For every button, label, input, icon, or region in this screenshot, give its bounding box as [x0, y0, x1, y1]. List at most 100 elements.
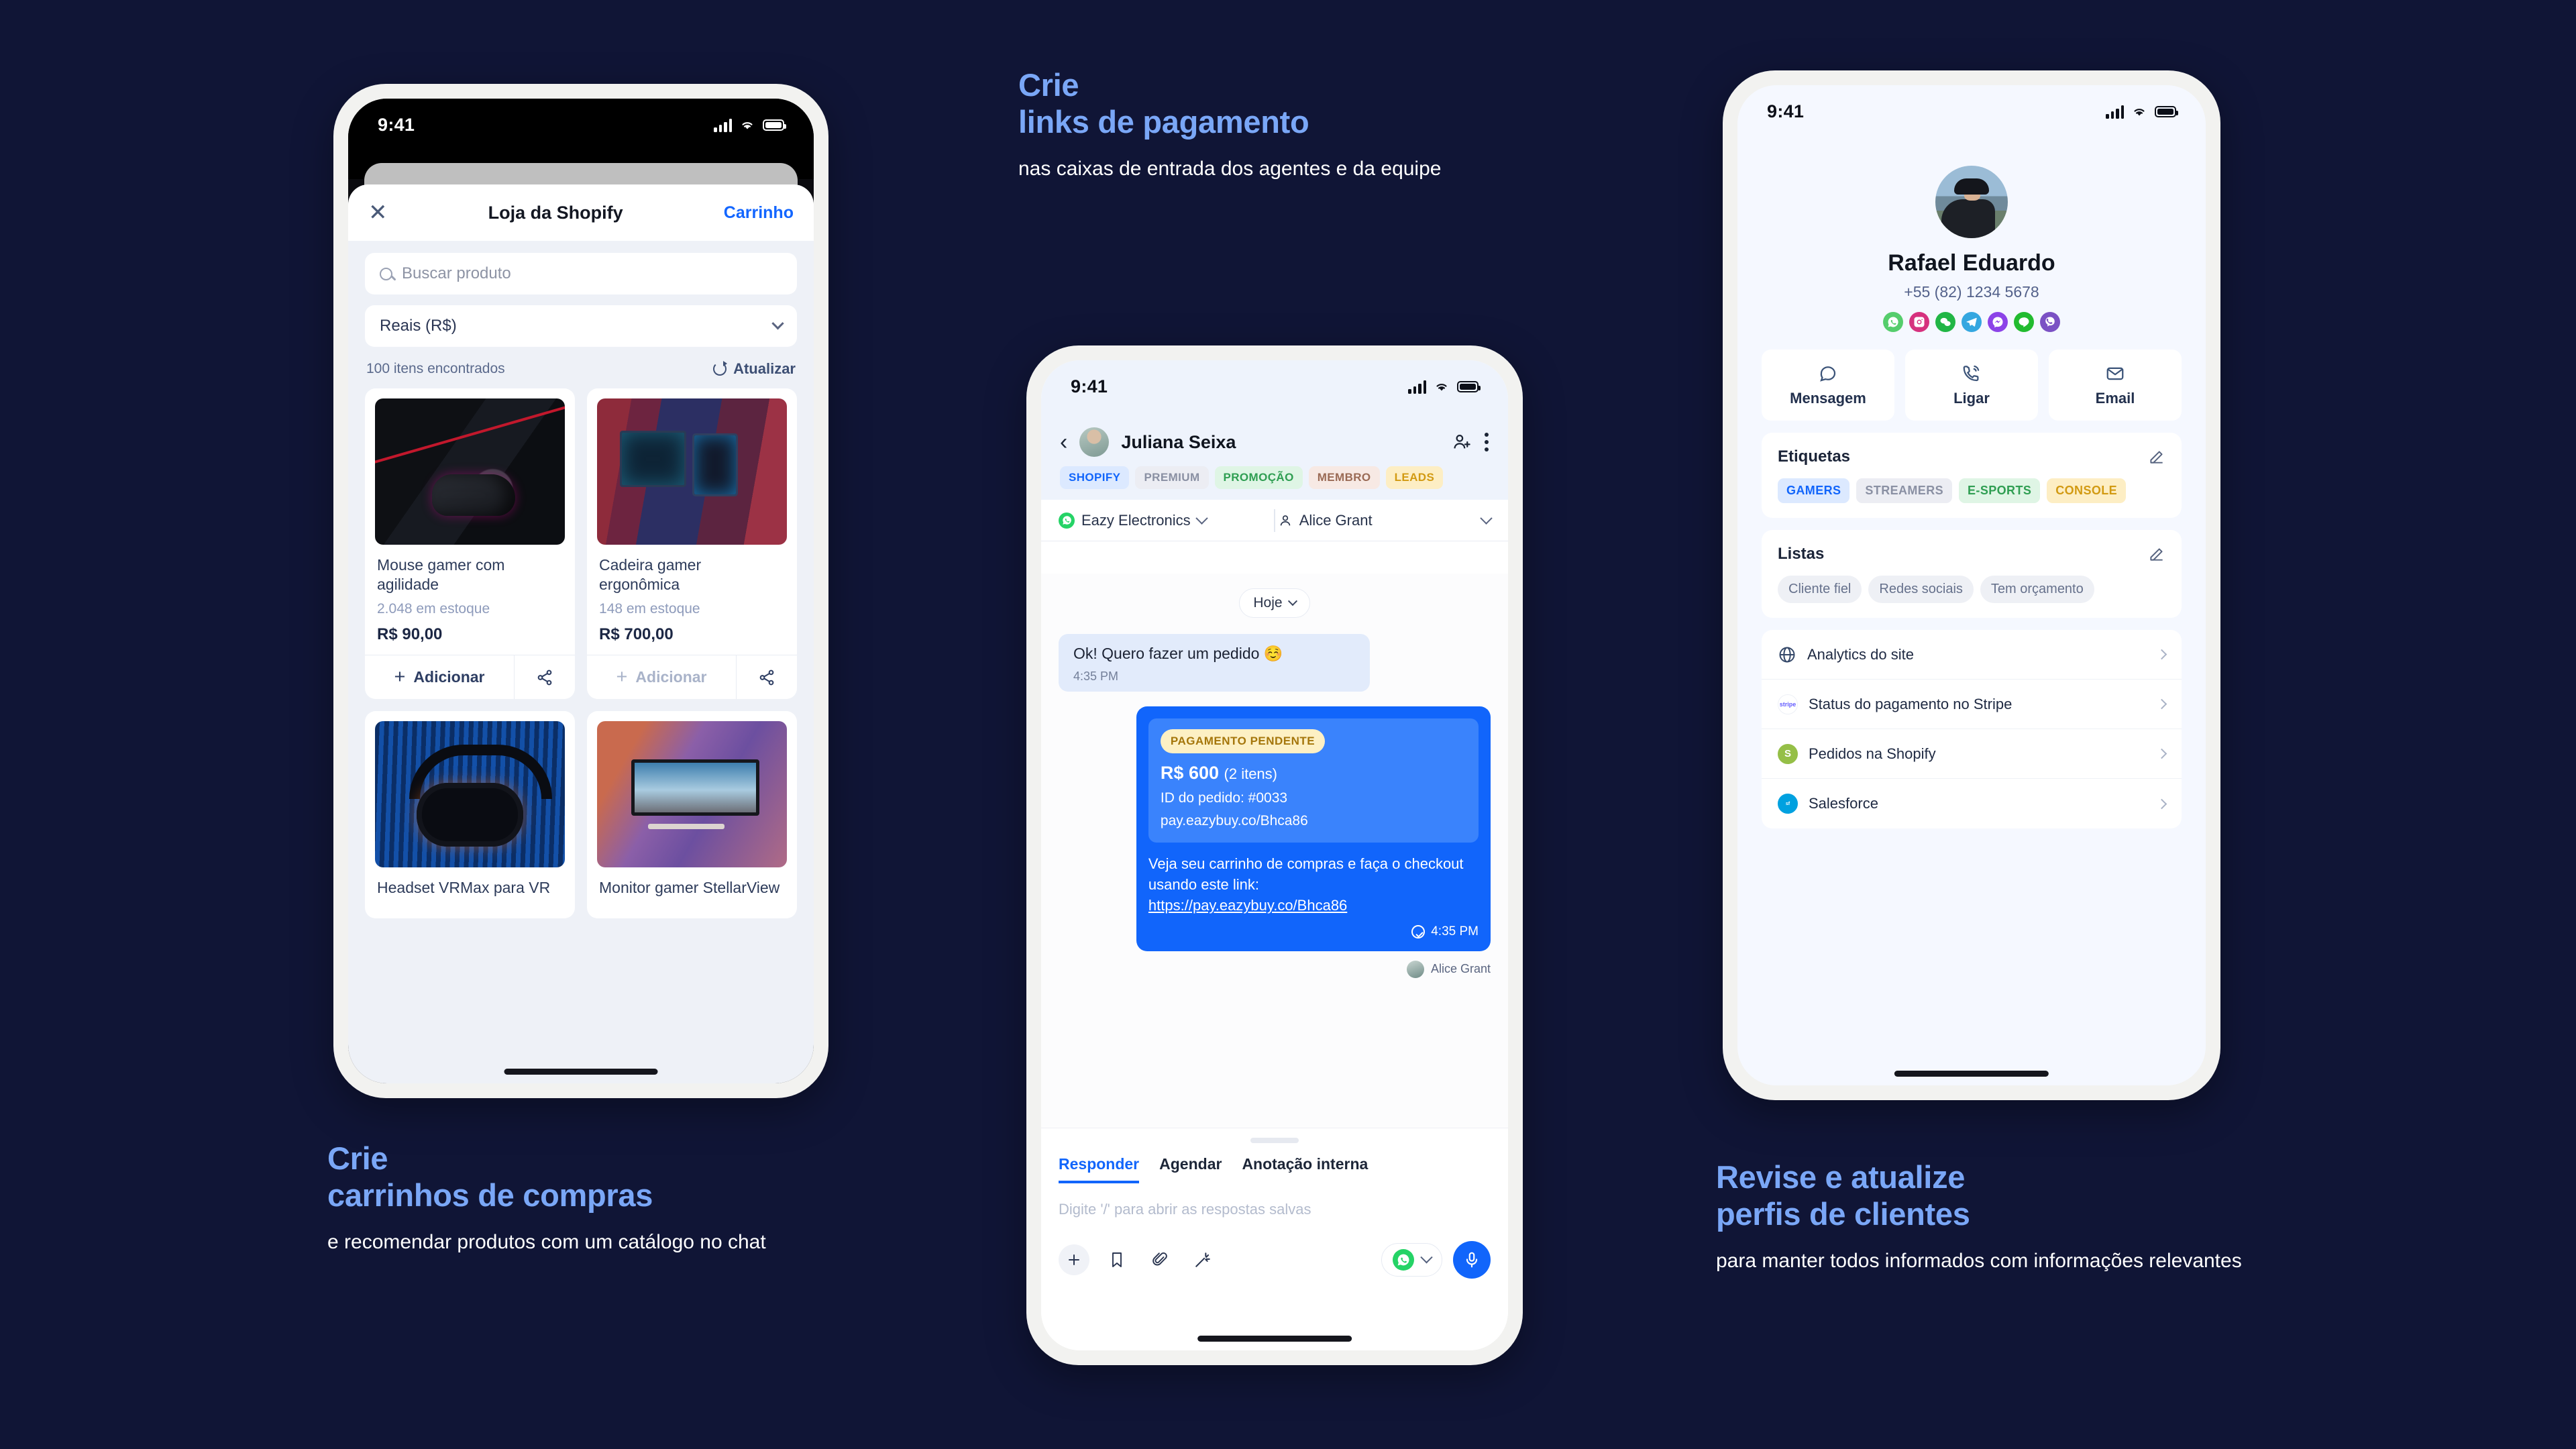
payment-link[interactable]: https://pay.eazybuy.co/Bhca86	[1148, 897, 1347, 914]
payment-card[interactable]: PAGAMENTO PENDENTE R$ 600 (2 itens) ID d…	[1148, 718, 1479, 843]
payment-amount: R$ 600	[1160, 763, 1219, 783]
list-item[interactable]: sf Salesforce	[1762, 779, 2182, 828]
chevron-right-icon	[2156, 698, 2167, 710]
line-icon[interactable]	[2014, 312, 2034, 332]
user-icon	[1280, 515, 1290, 525]
caption-line2: links de pagamento	[1018, 103, 1309, 140]
message-input[interactable]: Digite '/' para abrir as respostas salva…	[1059, 1201, 1491, 1218]
status-time: 9:41	[378, 114, 415, 135]
add-product-button[interactable]: + Adicionar	[365, 655, 515, 699]
list-chip[interactable]: Redes sociais	[1868, 576, 1974, 603]
microphone-icon[interactable]	[1453, 1241, 1491, 1279]
product-stock: 148 em estoque	[599, 601, 700, 616]
share-product-button[interactable]	[737, 655, 797, 699]
store-navbar: ✕ Loja da Shopify Carrinho	[348, 184, 814, 241]
status-bar: 9:41	[348, 99, 814, 151]
day-label: Hoje	[1253, 595, 1283, 610]
email-label: Email	[2095, 389, 2135, 407]
plus-icon[interactable]	[1059, 1244, 1089, 1275]
message-button[interactable]: Mensagem	[1762, 350, 1894, 421]
chevron-right-icon	[2156, 748, 2167, 759]
refresh-label: Atualizar	[733, 360, 796, 377]
paperclip-icon[interactable]	[1144, 1244, 1175, 1275]
list-item[interactable]: stripe Status do pagamento no Stripe	[1762, 680, 2182, 729]
battery-icon	[1457, 380, 1481, 392]
contact-tag[interactable]: SHOPIFY	[1060, 466, 1130, 489]
telegram-icon[interactable]	[1962, 312, 1982, 332]
contact-tag[interactable]: MEMBRO	[1308, 466, 1380, 489]
tag-chip[interactable]: CONSOLE	[2047, 478, 2127, 503]
cellular-signal-icon	[1408, 380, 1426, 394]
more-vertical-icon[interactable]	[1484, 433, 1489, 451]
list-chip[interactable]: Cliente fiel	[1778, 576, 1862, 603]
edit-icon[interactable]	[2148, 545, 2165, 563]
product-card[interactable]: Cadeira gamer ergonômica 148 em estoque …	[587, 388, 797, 699]
status-time: 9:41	[1767, 101, 1805, 121]
contact-tag[interactable]: PROMOÇÃO	[1214, 466, 1303, 489]
tab-anotacao-interna[interactable]: Anotação interna	[1242, 1155, 1368, 1183]
agent-selector[interactable]: Alice Grant	[1278, 512, 1493, 529]
cart-link[interactable]: Carrinho	[724, 203, 794, 223]
store-meta: 100 itens encontrados Atualizar	[365, 358, 797, 388]
close-icon[interactable]: ✕	[368, 201, 388, 224]
currency-value: Reais (R$)	[380, 317, 457, 335]
plus-icon: +	[616, 666, 628, 688]
bookmark-icon[interactable]	[1102, 1244, 1132, 1275]
list-item[interactable]: S Pedidos na Shopify	[1762, 729, 2182, 779]
contact-name: Rafael Eduardo	[1888, 250, 2055, 276]
contact-name: Juliana Seixa	[1121, 431, 1236, 452]
messenger-icon[interactable]	[1988, 312, 2008, 332]
list-item[interactable]: Analytics do site	[1762, 630, 2182, 680]
add-product-button[interactable]: + Adicionar	[587, 655, 737, 699]
composer-toolbar	[1059, 1241, 1491, 1279]
tab-agendar[interactable]: Agendar	[1159, 1155, 1222, 1183]
search-placeholder: Buscar produto	[402, 264, 511, 282]
product-card[interactable]: Monitor gamer StellarView	[587, 711, 797, 918]
add-user-icon[interactable]	[1452, 432, 1472, 452]
currency-select[interactable]: Reais (R$)	[365, 305, 797, 347]
drag-handle[interactable]	[1250, 1138, 1299, 1143]
wifi-icon	[742, 122, 753, 129]
instagram-icon[interactable]	[1909, 312, 1929, 332]
whatsapp-icon[interactable]	[1883, 312, 1903, 332]
tag-chip[interactable]: E-SPORTS	[1959, 478, 2041, 503]
refresh-button[interactable]: Atualizar	[713, 360, 796, 378]
back-icon[interactable]: ‹	[1060, 431, 1067, 453]
channel-dropdown[interactable]	[1381, 1243, 1442, 1277]
list-chip[interactable]: Tem orçamento	[1980, 576, 2094, 603]
add-label: Adicionar	[413, 668, 485, 686]
day-divider[interactable]: Hoje	[1239, 588, 1310, 618]
search-input[interactable]: Buscar produto	[365, 253, 797, 294]
edit-icon[interactable]	[2148, 448, 2165, 466]
product-image	[375, 721, 565, 867]
product-name: Mouse gamer com agilidade	[377, 556, 505, 594]
magic-wand-icon[interactable]	[1187, 1244, 1218, 1275]
envelope-icon	[2106, 367, 2124, 380]
contact-tag[interactable]: LEADS	[1385, 466, 1444, 489]
chevron-down-icon	[1287, 596, 1297, 606]
contact-tag[interactable]: PREMIUM	[1135, 466, 1209, 489]
product-card[interactable]: Mouse gamer com agilidade 2.048 em estoq…	[365, 388, 575, 699]
product-card[interactable]: Headset VRMax para VR	[365, 711, 575, 918]
store-sheet: ✕ Loja da Shopify Carrinho Buscar produt…	[348, 184, 814, 1083]
divider	[1274, 508, 1275, 532]
tag-chip[interactable]: GAMERS	[1778, 478, 1850, 503]
refresh-icon	[713, 361, 728, 376]
profile-screen: 9:41 Rafael Eduardo +55 (82) 1234 5678 M…	[1737, 85, 2206, 1085]
integration-label: Salesforce	[1809, 795, 1878, 812]
phone-chat: 9:41 ‹ Juliana Seixa SHOPIFY PREMIUM PRO…	[1026, 345, 1523, 1365]
call-button[interactable]: Ligar	[1905, 350, 2038, 421]
tab-responder[interactable]: Responder	[1059, 1155, 1140, 1183]
email-button[interactable]: Email	[2049, 350, 2182, 421]
share-product-button[interactable]	[515, 655, 575, 699]
status-time: 9:41	[1071, 376, 1108, 396]
wifi-icon	[2134, 109, 2145, 116]
channel-selector[interactable]: Eazy Electronics	[1059, 512, 1271, 529]
chevron-down-icon	[1195, 512, 1208, 525]
wechat-icon[interactable]	[1935, 312, 1955, 332]
viber-icon[interactable]	[2040, 312, 2060, 332]
tag-chip[interactable]: STREAMERS	[1856, 478, 1953, 503]
payment-items: (2 itens)	[1224, 765, 1277, 782]
lists-title: Listas	[1778, 545, 1825, 563]
caption-line2: perfis de clientes	[1716, 1195, 1970, 1232]
